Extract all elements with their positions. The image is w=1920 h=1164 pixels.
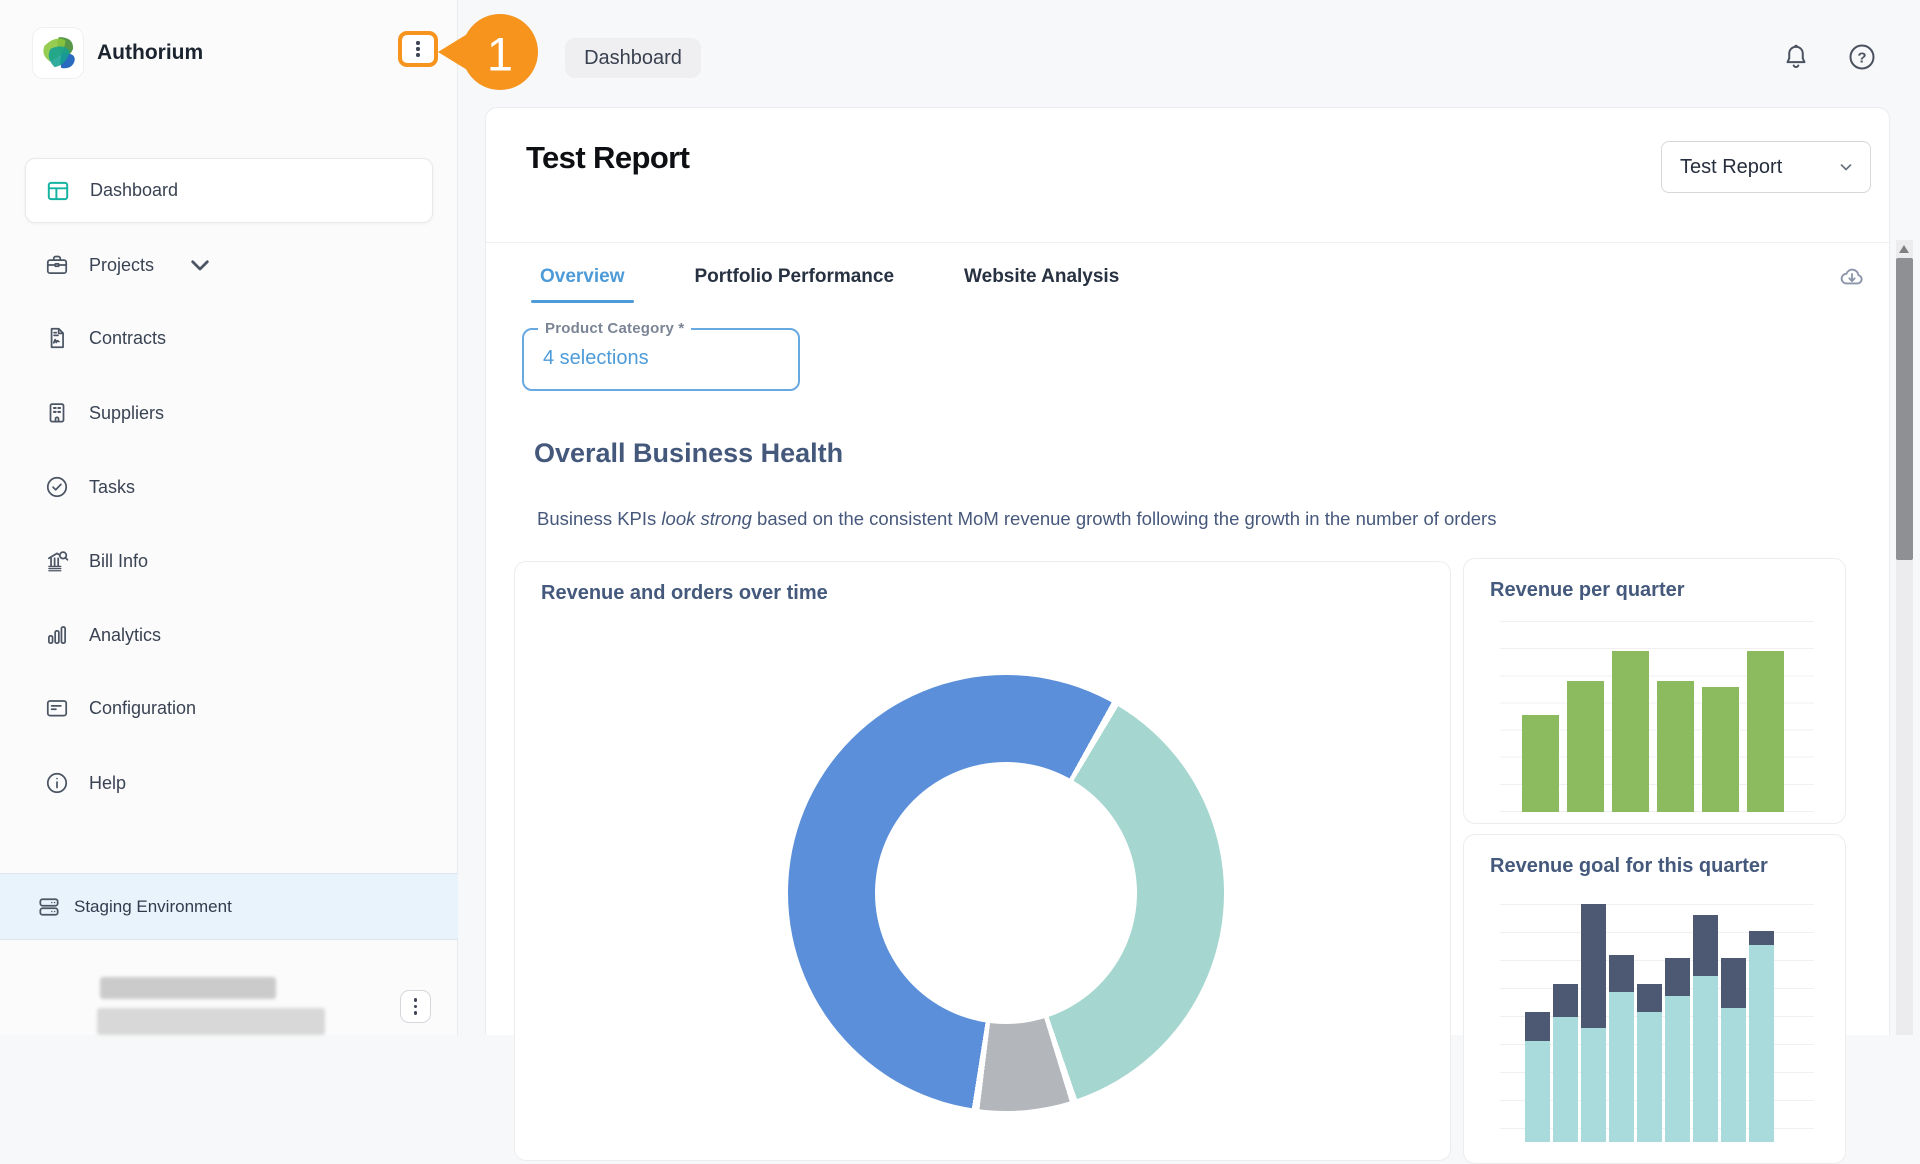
- sidebar-item-label: Projects: [89, 255, 154, 276]
- card-title: Revenue per quarter: [1490, 579, 1685, 602]
- sidebar-item-help[interactable]: Help: [25, 756, 433, 810]
- card-revenue-per-quarter: Revenue per quarter: [1463, 558, 1846, 824]
- goal-stacked-bar: [1553, 984, 1578, 1142]
- avatar: [25, 968, 91, 1034]
- sidebar-item-dashboard[interactable]: Dashboard: [25, 158, 433, 223]
- blurred-user-email: [97, 1008, 325, 1035]
- goal-stacked-bar: [1749, 931, 1774, 1142]
- blurred-user-name: [100, 977, 276, 999]
- bar-chart-icon: [44, 622, 70, 648]
- sidebar-item-suppliers[interactable]: Suppliers: [25, 386, 433, 440]
- check-circle-icon: [44, 474, 70, 500]
- product-category-label: Product Category *: [538, 320, 691, 337]
- authorium-logo-icon: [33, 28, 83, 78]
- report-selector-dropdown[interactable]: Test Report: [1661, 141, 1871, 193]
- sidebar-menu-kebab-button-highlighted[interactable]: [398, 31, 438, 67]
- quarter-bar: [1657, 681, 1694, 812]
- contract-document-icon: [44, 325, 70, 351]
- sidebar-item-contracts[interactable]: Contracts: [25, 311, 433, 365]
- card-revenue-orders-over-time: Revenue and orders over time: [514, 561, 1451, 1161]
- card-title: Revenue and orders over time: [541, 582, 828, 605]
- profile-menu-button[interactable]: [400, 990, 431, 1023]
- scrollbar-up-arrow[interactable]: [1899, 245, 1909, 253]
- header-divider: [486, 242, 1891, 243]
- product-category-filter[interactable]: Product Category * 4 selections: [522, 328, 800, 391]
- quarter-bar: [1612, 651, 1649, 813]
- tab-overview[interactable]: Overview: [531, 260, 634, 303]
- page-title: Test Report: [526, 140, 689, 176]
- sidebar-item-label: Contracts: [89, 328, 166, 349]
- sidebar-item-configuration[interactable]: Configuration: [25, 681, 433, 735]
- sidebar-item-label: Analytics: [89, 625, 161, 646]
- report-tabs: Overview Portfolio Performance Website A…: [531, 260, 1128, 303]
- donut-chart: [788, 675, 1224, 1111]
- sidebar-item-label: Configuration: [89, 698, 196, 719]
- sidebar-item-label: Help: [89, 773, 126, 794]
- staging-environment-banner[interactable]: Staging Environment: [0, 873, 458, 940]
- sidebar-item-label: Suppliers: [89, 403, 164, 424]
- building-icon: [44, 400, 70, 426]
- app-name: Authorium: [97, 41, 203, 65]
- sidebar-item-label: Dashboard: [90, 180, 178, 201]
- svg-text:?: ?: [1857, 49, 1866, 66]
- quarter-bar: [1522, 715, 1559, 812]
- quarter-bar: [1567, 681, 1604, 812]
- tab-portfolio-performance[interactable]: Portfolio Performance: [686, 260, 904, 303]
- sidebar: Authorium Dashboard Projects Contracts S…: [0, 0, 458, 1035]
- scrollbar-thumb[interactable]: [1896, 258, 1913, 560]
- goal-stacked-bar: [1665, 958, 1690, 1142]
- settings-card-icon: [44, 695, 70, 721]
- staging-environment-label: Staging Environment: [74, 897, 232, 917]
- italic-phrase: look strong: [661, 508, 752, 529]
- quarter-bar: [1702, 687, 1739, 812]
- goal-stacked-bar: [1721, 958, 1746, 1142]
- report-panel: Test Report Test Report Overview Portfol…: [485, 107, 1890, 1035]
- help-question-icon[interactable]: ?: [1847, 42, 1877, 72]
- server-stack-icon: [36, 894, 62, 920]
- card-title: Revenue goal for this quarter: [1490, 855, 1768, 878]
- dashboard-panel-icon: [45, 178, 71, 204]
- cloud-download-icon[interactable]: [1838, 263, 1866, 291]
- briefcase-icon: [44, 252, 70, 278]
- card-revenue-goal: Revenue goal for this quarter: [1463, 834, 1846, 1164]
- info-circle-icon: [44, 770, 70, 796]
- notifications-bell-icon[interactable]: [1782, 43, 1810, 71]
- section-heading: Overall Business Health: [534, 438, 843, 469]
- tab-website-analysis[interactable]: Website Analysis: [955, 260, 1128, 303]
- report-selector-value: Test Report: [1680, 156, 1782, 179]
- sidebar-item-projects[interactable]: Projects: [25, 238, 433, 292]
- chevron-down-icon: [1838, 159, 1854, 175]
- sidebar-item-analytics[interactable]: Analytics: [25, 608, 433, 662]
- sidebar-item-label: Tasks: [89, 477, 135, 498]
- sidebar-item-tasks[interactable]: Tasks: [25, 460, 433, 514]
- goal-bar-plot: [1500, 904, 1814, 1154]
- bank-search-icon: [44, 548, 70, 574]
- goal-stacked-bar: [1609, 955, 1634, 1142]
- quarter-bar: [1747, 651, 1784, 813]
- section-description: Business KPIs look strong based on the c…: [537, 508, 1496, 530]
- brand: Authorium: [33, 28, 203, 78]
- breadcrumb-dashboard-pill[interactable]: Dashboard: [565, 38, 701, 78]
- goal-stacked-bar: [1693, 915, 1718, 1142]
- chevron-down-icon: [187, 252, 213, 278]
- quarter-bar-plot: [1500, 621, 1814, 812]
- goal-stacked-bar: [1637, 984, 1662, 1142]
- product-category-value: 4 selections: [543, 347, 649, 370]
- sidebar-item-label: Bill Info: [89, 551, 148, 572]
- annotation-step-number: 1: [487, 28, 513, 81]
- goal-stacked-bar: [1525, 1012, 1550, 1142]
- sidebar-item-bill-info[interactable]: Bill Info: [25, 534, 433, 588]
- goal-stacked-bar: [1581, 904, 1606, 1142]
